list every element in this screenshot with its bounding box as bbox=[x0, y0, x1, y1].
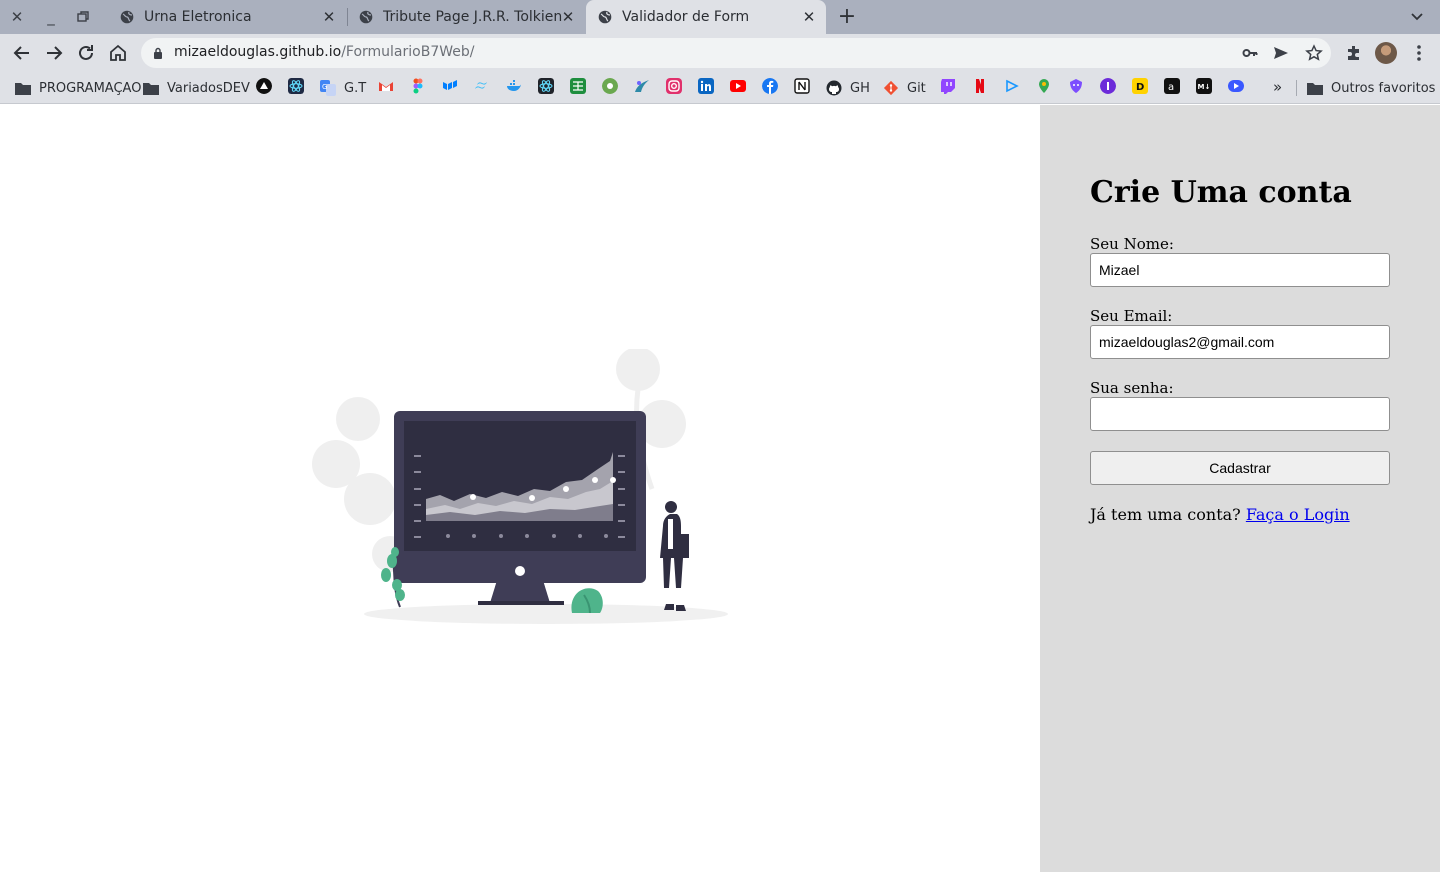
address-bar[interactable]: mizaeldouglas.github.io/FormularioB7Web/ bbox=[141, 38, 1331, 68]
react-docs-icon[interactable] bbox=[538, 78, 554, 94]
facebook-icon[interactable] bbox=[762, 78, 778, 94]
extensions-icon[interactable] bbox=[1343, 42, 1365, 64]
sheets-icon[interactable] bbox=[570, 78, 586, 94]
tab-tribute-page[interactable]: Tribute Page J.R.R. Tolkien ✕ bbox=[347, 0, 585, 34]
dio-icon[interactable]: D bbox=[1132, 78, 1148, 94]
react-icon[interactable] bbox=[288, 78, 304, 94]
prime-video-icon[interactable] bbox=[1004, 78, 1020, 94]
close-tab-icon[interactable]: ✕ bbox=[559, 8, 577, 26]
tab-title: Tribute Page J.R.R. Tolkien bbox=[383, 9, 563, 25]
alura-icon[interactable]: a bbox=[1164, 78, 1180, 94]
restore-window-icon[interactable] bbox=[73, 7, 93, 27]
url-text: mizaeldouglas.github.io/FormularioB7Web/ bbox=[174, 44, 474, 60]
notion-icon[interactable] bbox=[794, 78, 810, 94]
folder-icon bbox=[143, 82, 159, 95]
bookmark-label: GH bbox=[850, 80, 870, 96]
profile-avatar[interactable] bbox=[1375, 42, 1397, 64]
kebab-menu-icon[interactable] bbox=[1408, 42, 1430, 64]
signup-panel: Crie Uma conta Seu Nome: Seu Email: Sua … bbox=[1040, 105, 1440, 872]
translate-icon: G bbox=[320, 80, 336, 96]
bookmark-folder-outros-favoritos[interactable]: Outros favoritos bbox=[1307, 78, 1435, 98]
star-icon[interactable] bbox=[1305, 44, 1323, 62]
monitor-chart-illustration bbox=[312, 349, 728, 624]
purple-app-icon[interactable] bbox=[1100, 78, 1116, 94]
tailwind-icon[interactable] bbox=[474, 78, 490, 94]
submit-button[interactable]: Cadastrar bbox=[1090, 451, 1390, 485]
tab-strip: ✕ _ Urna Eletronica ✕ Tribute Page J.R.R… bbox=[0, 0, 1440, 34]
bookmark-label: G.T bbox=[344, 80, 367, 96]
tab-title: Urna Eletronica bbox=[144, 9, 252, 25]
send-icon[interactable] bbox=[1272, 44, 1290, 62]
tab-title: Validador de Form bbox=[622, 9, 750, 25]
form-title: Crie Uma conta bbox=[1090, 175, 1352, 210]
material-ui-icon[interactable] bbox=[442, 78, 458, 94]
bookmark-label: PROGRAMAÇAO bbox=[39, 80, 142, 96]
git-icon bbox=[883, 80, 899, 96]
bookmark-folder-variadosdev[interactable]: VariadosDEV bbox=[143, 78, 250, 98]
name-label: Seu Nome: bbox=[1090, 235, 1174, 253]
svg-text:D: D bbox=[1136, 82, 1144, 93]
page-viewport: Crie Uma conta Seu Nome: Seu Email: Sua … bbox=[0, 105, 1440, 872]
medium-icon[interactable]: M↓ bbox=[1196, 78, 1212, 94]
figma-icon[interactable] bbox=[410, 78, 426, 94]
gmail-icon[interactable] bbox=[378, 78, 394, 94]
globe-icon bbox=[359, 10, 373, 24]
forward-icon[interactable] bbox=[43, 42, 65, 64]
close-tab-icon[interactable]: ✕ bbox=[800, 8, 818, 26]
login-link[interactable]: Faça o Login bbox=[1246, 505, 1350, 524]
bookmark-git[interactable]: Git bbox=[883, 78, 926, 98]
url-path: /FormularioB7Web/ bbox=[341, 44, 475, 60]
svg-text:G: G bbox=[322, 83, 327, 91]
shield-icon[interactable] bbox=[1068, 78, 1084, 94]
bookmarks-divider bbox=[1296, 80, 1297, 96]
name-input[interactable] bbox=[1090, 253, 1390, 287]
folder-icon bbox=[1307, 82, 1323, 95]
bookmark-folder-programacao[interactable]: PROGRAMAÇAO bbox=[15, 78, 141, 98]
login-prompt-line: Já tem uma conta? Faça o Login bbox=[1090, 505, 1350, 524]
lock-icon bbox=[154, 47, 162, 59]
key-icon[interactable] bbox=[1241, 44, 1259, 62]
browser-toolbar: mizaeldouglas.github.io/FormularioB7Web/ bbox=[0, 34, 1440, 72]
password-input[interactable] bbox=[1090, 397, 1390, 431]
netflix-icon[interactable] bbox=[972, 78, 988, 94]
folder-icon bbox=[15, 82, 31, 95]
vercel-icon[interactable] bbox=[256, 78, 272, 94]
url-host: mizaeldouglas.github.io bbox=[174, 44, 342, 60]
instagram-icon[interactable] bbox=[666, 78, 682, 94]
close-tab-icon[interactable]: ✕ bbox=[320, 8, 338, 26]
close-window-icon[interactable]: ✕ bbox=[7, 7, 27, 27]
linkedin-icon[interactable] bbox=[698, 78, 714, 94]
twitch-icon[interactable] bbox=[940, 78, 956, 94]
bookmark-label: Outros favoritos bbox=[1331, 80, 1436, 96]
email-label: Seu Email: bbox=[1090, 307, 1173, 325]
youtube-icon[interactable] bbox=[730, 78, 746, 94]
email-input[interactable] bbox=[1090, 325, 1390, 359]
new-tab-icon[interactable]: + bbox=[836, 6, 858, 28]
globe-icon bbox=[598, 10, 612, 24]
svg-text:a: a bbox=[1168, 82, 1174, 93]
password-label: Sua senha: bbox=[1090, 379, 1174, 397]
bookmark-label: Git bbox=[907, 80, 926, 96]
video-app-icon[interactable] bbox=[1228, 78, 1244, 94]
chrome-extension-icon[interactable] bbox=[602, 78, 618, 94]
bookmark-github[interactable]: GH bbox=[826, 78, 870, 98]
bookmarks-overflow-icon[interactable]: » bbox=[1273, 78, 1282, 96]
back-icon[interactable] bbox=[11, 42, 33, 64]
bookmark-google-translate[interactable]: G G.T bbox=[320, 78, 366, 98]
svg-text:M↓: M↓ bbox=[1198, 83, 1211, 91]
bookmark-label: VariadosDEV bbox=[167, 80, 250, 96]
login-prompt-text: Já tem uma conta? bbox=[1090, 505, 1241, 524]
tab-urna-eletronica[interactable]: Urna Eletronica ✕ bbox=[108, 0, 346, 34]
globe-icon bbox=[120, 10, 134, 24]
home-icon[interactable] bbox=[107, 42, 129, 64]
github-icon bbox=[826, 80, 842, 96]
bookmarks-bar: PROGRAMAÇAO VariadosDEV G G.T GH Git D a… bbox=[0, 72, 1440, 104]
chevron-down-icon[interactable] bbox=[1408, 8, 1426, 26]
reload-icon[interactable] bbox=[75, 42, 97, 64]
maps-pin-icon[interactable] bbox=[1036, 78, 1052, 94]
undraw-icon[interactable] bbox=[634, 78, 650, 94]
docker-icon[interactable] bbox=[506, 78, 522, 94]
tab-validador-de-form[interactable]: Validador de Form ✕ bbox=[586, 0, 826, 34]
minimize-window-icon[interactable]: _ bbox=[41, 7, 61, 27]
